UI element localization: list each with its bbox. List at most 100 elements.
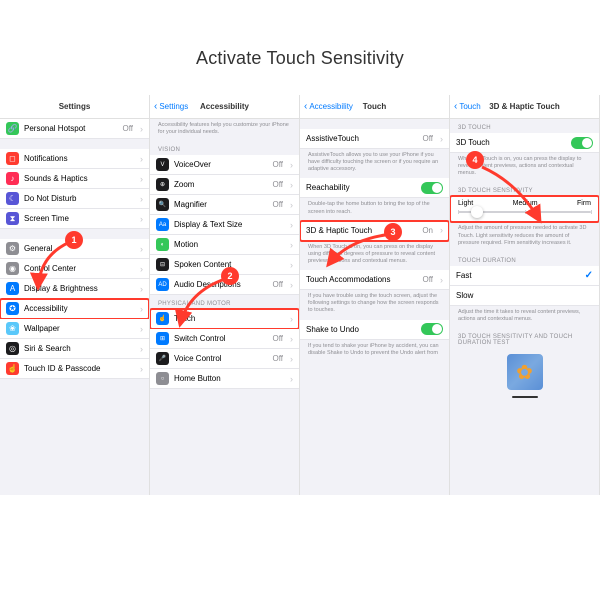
touch-row-shake-to-undo[interactable]: Shake to Undo <box>300 320 449 340</box>
chevron-right-icon: › <box>440 225 443 235</box>
row-desc: Double-tap the home button to bring the … <box>300 198 449 220</box>
header-3d-haptic: ‹Touch 3D & Haptic Touch <box>450 95 599 119</box>
slider-label-firm: Firm <box>577 200 591 207</box>
row-icon: ❀ <box>6 322 19 335</box>
chevron-right-icon: › <box>140 284 143 294</box>
chevron-left-icon: ‹ <box>304 101 307 112</box>
settings-row-do-not-disturb[interactable]: ☾ Do Not Disturb › <box>0 189 149 209</box>
settings-row-sounds-haptics[interactable]: ♪ Sounds & Haptics › <box>0 169 149 189</box>
a11y-row-motion[interactable]: ◐ Motion › <box>150 235 299 255</box>
back-to-settings[interactable]: ‹Settings <box>154 101 188 112</box>
row-label: Do Not Disturb <box>24 194 135 203</box>
settings-row-accessibility[interactable]: ✪ Accessibility › <box>0 299 149 319</box>
arrow-1 <box>30 240 90 295</box>
section-vision: VISION <box>150 141 299 155</box>
chevron-right-icon: › <box>140 324 143 334</box>
row-label: AssistiveTouch <box>306 134 417 143</box>
step-badge-1: 1 <box>65 231 83 249</box>
chevron-right-icon: › <box>140 264 143 274</box>
a11y-row-switch-control[interactable]: ⊞ Switch Control Off › <box>150 329 299 349</box>
row-icon: 🔗 <box>6 122 19 135</box>
row-duration-fast[interactable]: Fast ✓ <box>450 266 599 286</box>
row-icon: ◉ <box>6 262 19 275</box>
a11y-row-zoom[interactable]: ⊕ Zoom Off › <box>150 175 299 195</box>
panel-touch: ‹Accessibility Touch AssistiveTouch Off›… <box>300 95 450 495</box>
touch-row-reachability[interactable]: Reachability <box>300 178 449 198</box>
row-desc: AssistiveTouch allows you to use your iP… <box>300 149 449 178</box>
chevron-right-icon: › <box>290 160 293 170</box>
row-icon: ◎ <box>6 342 19 355</box>
panel-settings: Settings 🔗 Personal Hotspot Off › ◻ Noti… <box>0 95 150 495</box>
row-label: Home Button <box>174 374 285 383</box>
back-to-accessibility[interactable]: ‹Accessibility <box>304 101 353 112</box>
row-label: Screen Time <box>24 214 135 223</box>
row-icon: V <box>156 158 169 171</box>
row-duration-slow[interactable]: Slow <box>450 286 599 306</box>
settings-row-siri-search[interactable]: ◎ Siri & Search › <box>0 339 149 359</box>
row-label: Motion <box>174 240 285 249</box>
chevron-right-icon: › <box>290 220 293 230</box>
row-label: Notifications <box>24 154 135 163</box>
row-icon: AD <box>156 278 169 291</box>
step-badge-3: 3 <box>384 223 402 241</box>
row-label: Accessibility <box>24 304 135 313</box>
a11y-row-magnifier[interactable]: 🔍 Magnifier Off › <box>150 195 299 215</box>
chevron-left-icon: ‹ <box>454 101 457 112</box>
label-fast: Fast <box>456 271 580 280</box>
row-icon: 🎤 <box>156 352 169 365</box>
row-value: Off <box>272 200 283 209</box>
chevron-right-icon: › <box>140 174 143 184</box>
row-label: Touch Accommodations <box>306 275 417 284</box>
row-value: On <box>422 226 433 235</box>
chevron-right-icon: › <box>140 194 143 204</box>
chevron-right-icon: › <box>140 344 143 354</box>
section-test: 3D TOUCH SENSITIVITY AND TOUCH DURATION … <box>450 328 599 348</box>
row-icon: ⚙ <box>6 242 19 255</box>
row-label: Zoom <box>174 180 267 189</box>
chevron-right-icon: › <box>290 314 293 324</box>
row-icon: ☝ <box>6 362 19 375</box>
row-label: Display & Text Size <box>174 220 285 229</box>
touch-row-touch-accommodations[interactable]: Touch Accommodations Off› <box>300 270 449 290</box>
chevron-right-icon: › <box>140 304 143 314</box>
test-image[interactable] <box>507 354 543 390</box>
chevron-left-icon: ‹ <box>154 101 157 112</box>
settings-row-touch-id-passcode[interactable]: ☝ Touch ID & Passcode › <box>0 359 149 379</box>
row-toggle[interactable] <box>421 182 443 194</box>
chevron-right-icon: › <box>140 244 143 254</box>
row-icon: ⧗ <box>6 212 19 225</box>
row-toggle[interactable] <box>421 323 443 335</box>
step-badge-4: 4 <box>466 151 484 169</box>
chevron-right-icon: › <box>440 275 443 285</box>
chevron-right-icon: › <box>290 180 293 190</box>
row-icon: ○ <box>156 372 169 385</box>
touch-row-assistivetouch[interactable]: AssistiveTouch Off› <box>300 129 449 149</box>
settings-row-notifications[interactable]: ◻ Notifications › <box>0 149 149 169</box>
row-value: Off <box>122 124 133 133</box>
row-icon: ⊞ <box>156 332 169 345</box>
row-value: Off <box>272 334 283 343</box>
a11y-row-display-text-size[interactable]: Aa Display & Text Size › <box>150 215 299 235</box>
row-label: Magnifier <box>174 200 267 209</box>
row-icon: ⊟ <box>156 258 169 271</box>
label-slow: Slow <box>456 291 593 300</box>
back-to-touch[interactable]: ‹Touch <box>454 101 481 112</box>
row-label: Siri & Search <box>24 344 135 353</box>
chevron-right-icon: › <box>140 214 143 224</box>
settings-row-screen-time[interactable]: ⧗ Screen Time › <box>0 209 149 229</box>
toggle-3dtouch[interactable] <box>571 137 593 149</box>
settings-row-personal-hotspot[interactable]: 🔗 Personal Hotspot Off › <box>0 119 149 139</box>
row-icon: ☝ <box>156 312 169 325</box>
row-label: Voice Control <box>174 354 267 363</box>
a11y-row-home-button[interactable]: ○ Home Button › <box>150 369 299 389</box>
row-label: VoiceOver <box>174 160 267 169</box>
slider-label-light: Light <box>458 200 473 207</box>
section-duration: TOUCH DURATION <box>450 252 599 266</box>
a11y-row-voiceover[interactable]: V VoiceOver Off › <box>150 155 299 175</box>
header-accessibility: ‹Settings Accessibility <box>150 95 299 119</box>
row-icon: ♪ <box>6 172 19 185</box>
a11y-row-voice-control[interactable]: 🎤 Voice Control Off › <box>150 349 299 369</box>
panels-container: Settings 🔗 Personal Hotspot Off › ◻ Noti… <box>0 95 600 495</box>
settings-row-wallpaper[interactable]: ❀ Wallpaper › <box>0 319 149 339</box>
row-3dtouch-toggle[interactable]: 3D Touch <box>450 133 599 153</box>
